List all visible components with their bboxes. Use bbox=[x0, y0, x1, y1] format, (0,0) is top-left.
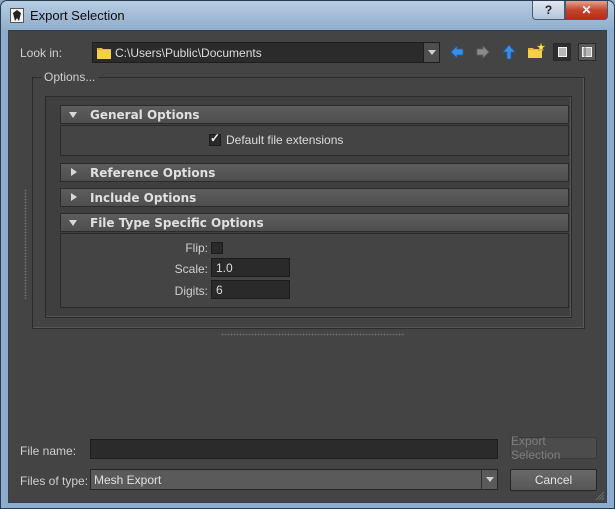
look-in-label: Look in: bbox=[20, 46, 63, 60]
expand-arrow-icon bbox=[69, 112, 77, 118]
files-of-type-label: Files of type: bbox=[20, 474, 89, 488]
file-name-input[interactable] bbox=[90, 439, 498, 459]
splitter-grip-bottom[interactable] bbox=[221, 333, 405, 336]
up-arrow-icon[interactable] bbox=[501, 44, 517, 60]
include-options-title: Include Options bbox=[90, 191, 197, 205]
digits-label: Digits: bbox=[174, 284, 208, 298]
expand-arrow-icon bbox=[69, 220, 77, 226]
files-of-type-value: Mesh Export bbox=[94, 473, 162, 487]
close-button[interactable]: ✕ bbox=[565, 1, 608, 20]
app-icon bbox=[10, 8, 24, 23]
default-file-extensions-label: Default file extensions bbox=[226, 133, 344, 147]
dialog-body: Look in: C:\Users\Public\Documents Optio… bbox=[8, 30, 607, 503]
look-in-path: C:\Users\Public\Documents bbox=[115, 46, 262, 60]
general-options-title: General Options bbox=[90, 108, 200, 122]
file-type-options-title: File Type Specific Options bbox=[90, 216, 264, 230]
reference-options-header[interactable]: Reference Options bbox=[60, 163, 569, 182]
digits-field[interactable]: 6 bbox=[211, 280, 290, 299]
flip-checkbox[interactable] bbox=[211, 242, 223, 254]
resize-grip-icon[interactable] bbox=[593, 489, 605, 501]
scale-label: Scale: bbox=[174, 262, 208, 276]
window-title: Export Selection bbox=[30, 8, 125, 23]
file-type-options-header[interactable]: File Type Specific Options bbox=[60, 213, 569, 232]
list-view-icon[interactable] bbox=[553, 43, 571, 61]
title-bar[interactable]: Export Selection ? ✕ bbox=[1, 1, 614, 30]
new-folder-icon[interactable] bbox=[527, 42, 545, 60]
collapse-arrow-icon bbox=[71, 168, 77, 176]
chevron-down-icon[interactable] bbox=[481, 470, 497, 489]
back-arrow-icon[interactable] bbox=[449, 44, 465, 60]
splitter-grip-left[interactable] bbox=[24, 189, 27, 299]
include-options-header[interactable]: Include Options bbox=[60, 188, 569, 207]
export-selection-button[interactable]: Export Selection bbox=[510, 434, 597, 462]
cancel-button[interactable]: Cancel bbox=[510, 469, 597, 491]
collapse-arrow-icon bbox=[71, 193, 77, 201]
forward-arrow-icon[interactable] bbox=[475, 44, 491, 60]
options-group-title: Options... bbox=[41, 70, 99, 84]
help-button[interactable]: ? bbox=[532, 1, 565, 20]
default-file-extensions-checkbox[interactable] bbox=[209, 131, 221, 146]
dialog-window: Export Selection ? ✕ Look in: C:\Users\P… bbox=[0, 0, 615, 509]
file-name-label: File name: bbox=[20, 444, 77, 458]
file-type-options-body: Flip: Scale: 1.0 Digits: 6 bbox=[60, 233, 569, 308]
scale-field[interactable]: 1.0 bbox=[211, 258, 290, 277]
general-options-header[interactable]: General Options bbox=[60, 105, 569, 124]
detail-view-icon[interactable] bbox=[578, 43, 596, 61]
options-panel: General Options Default file extensions … bbox=[45, 96, 572, 318]
reference-options-title: Reference Options bbox=[90, 166, 216, 180]
look-in-combo[interactable]: C:\Users\Public\Documents bbox=[92, 42, 440, 63]
general-options-body: Default file extensions bbox=[60, 125, 569, 156]
files-of-type-combo[interactable]: Mesh Export bbox=[90, 469, 498, 490]
chevron-down-icon[interactable] bbox=[423, 43, 439, 62]
folder-icon bbox=[97, 48, 111, 59]
options-group: Options... General Options Default file … bbox=[32, 70, 585, 329]
flip-label: Flip: bbox=[185, 241, 208, 255]
